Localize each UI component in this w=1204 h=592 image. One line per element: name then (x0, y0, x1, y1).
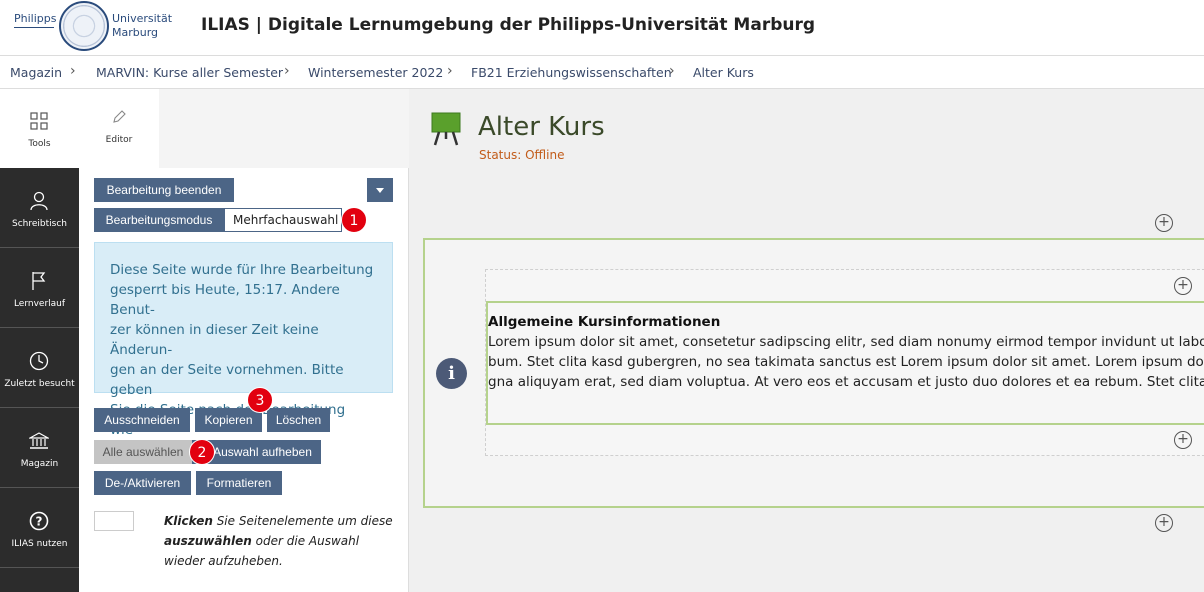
mainbar-label: Tools (28, 139, 51, 149)
course-icon (431, 112, 461, 146)
mainbar-item-zuletzt-besucht[interactable]: Zuletzt besucht (0, 329, 79, 408)
university-logo[interactable]: Philipps Universität Marburg (14, 0, 173, 52)
paragraph-line: Lorem ipsum dolor sit amet, consetetur s… (488, 334, 1204, 350)
logo-text-right-top: Universität (112, 12, 173, 25)
logo-text-right-bottom: Marburg (112, 26, 159, 39)
breadcrumb-item-fb21[interactable]: FB21 Erziehungswissenschaften (471, 65, 672, 80)
mainbar-item-tools[interactable]: Tools (0, 89, 79, 168)
tab-editor-label: Editor (105, 135, 133, 145)
add-element-plus-icon[interactable]: + (1174, 431, 1192, 449)
lock-info-message: Diese Seite wurde für Ihre Bearbeitung g… (94, 242, 393, 458)
hint-mid: Sie Seitenelemente um diese (212, 514, 393, 528)
chevron-right-icon: › (669, 63, 675, 79)
mainbar-label: Zuletzt besucht (4, 379, 75, 389)
cut-button[interactable]: Ausschneiden (94, 408, 190, 432)
info-icon[interactable]: i (436, 358, 467, 389)
mainbar-label: Schreibtisch (12, 219, 67, 229)
toggle-active-button[interactable]: De-/Aktivieren (94, 471, 191, 495)
end-editing-button[interactable]: Bearbeitung beenden (94, 178, 234, 202)
selection-hint: Klicken Sie Seitenelemente um diese auszu… (164, 511, 394, 571)
mainbar-item-schreibtisch[interactable]: Schreibtisch (0, 169, 79, 248)
status-badge: Status: Offline (479, 148, 565, 162)
grid-icon (27, 109, 51, 133)
callout-badge-2: 2 (189, 439, 215, 465)
header: Philipps Universität Marburg ILIAS | Dig… (0, 0, 1204, 56)
hint-click: Klicken (164, 514, 213, 528)
add-element-plus-icon[interactable]: + (1155, 514, 1173, 532)
editor-dropdown-button[interactable] (367, 178, 393, 202)
paragraph-line: bum. Stet clita kasd gubergren, no sea t… (488, 354, 1204, 370)
breadcrumb-item-alter-kurs[interactable]: Alter Kurs (693, 65, 754, 80)
breadcrumb-item-magazin[interactable]: Magazin (10, 65, 62, 80)
logo-line (14, 27, 54, 28)
editing-mode-multiselect[interactable]: Mehrfachauswahl (224, 208, 342, 232)
site-title: ILIAS | Digitale Lernumgebung der Philip… (201, 15, 816, 35)
caret-down-icon (376, 188, 384, 193)
university-seal-icon (59, 1, 109, 51)
chevron-right-icon: › (284, 63, 290, 79)
bank-icon (27, 429, 51, 453)
breadcrumb-item-semester[interactable]: Wintersemester 2022 (308, 65, 443, 80)
chevron-right-icon: › (447, 63, 453, 79)
breadcrumb: Magazin › MARVIN: Kurse aller Semester ›… (0, 56, 1204, 89)
callout-badge-3: 3 (247, 387, 273, 413)
tab-editor[interactable]: Editor (79, 89, 159, 168)
logo-text-left: Philipps (14, 12, 57, 25)
mainbar-label: ILIAS nutzen (11, 539, 68, 549)
paragraph-title: Allgemeine Kursinformationen (488, 314, 721, 330)
clock-icon (27, 349, 51, 373)
flag-icon (27, 269, 51, 293)
hint-select: auszuwählen (164, 534, 252, 548)
help-icon: ? (27, 509, 51, 533)
copy-button[interactable]: Kopieren (195, 408, 262, 432)
paragraph-line: gna aliquyam erat, sed diam voluptua. At… (488, 374, 1204, 390)
pencil-icon (107, 109, 131, 133)
lock-line: gesperrt bis Heute, 15:17. Andere Benut- (110, 282, 340, 318)
breadcrumb-item-marvin[interactable]: MARVIN: Kurse aller Semester (96, 65, 283, 80)
mainbar-item-magazin[interactable]: Magazin (0, 409, 79, 488)
callout-badge-1: 1 (341, 207, 367, 233)
lock-line: zer können in dieser Zeit keine Änderun- (110, 322, 319, 358)
lock-line: Diese Seite wurde für Ihre Bearbeitung (110, 262, 374, 278)
add-element-plus-icon[interactable]: + (1155, 214, 1173, 232)
format-button[interactable]: Formatieren (196, 471, 282, 495)
user-icon (27, 189, 51, 213)
selection-checkbox[interactable] (94, 511, 134, 531)
add-element-plus-icon[interactable]: + (1174, 277, 1192, 295)
svg-text:?: ? (36, 515, 43, 529)
editing-mode-label-button[interactable]: Bearbeitungsmodus (94, 208, 224, 232)
lock-line: gen an der Seite vornehmen. Bitte geben (110, 362, 344, 398)
mainbar-item-ilias-nutzen[interactable]: ? ILIAS nutzen (0, 489, 79, 568)
mainbar-label: Magazin (20, 459, 59, 469)
mainbar-item-lernverlauf[interactable]: Lernverlauf (0, 249, 79, 328)
mainbar-label: Lernverlauf (13, 299, 66, 309)
page-title: Alter Kurs (478, 112, 605, 142)
delete-button[interactable]: Löschen (267, 408, 330, 432)
select-all-button[interactable]: Alle auswählen (94, 440, 192, 464)
chevron-right-icon: › (70, 63, 76, 79)
mainbar: Tools Schreibtisch Lernverlauf Zuletzt b… (0, 89, 79, 592)
